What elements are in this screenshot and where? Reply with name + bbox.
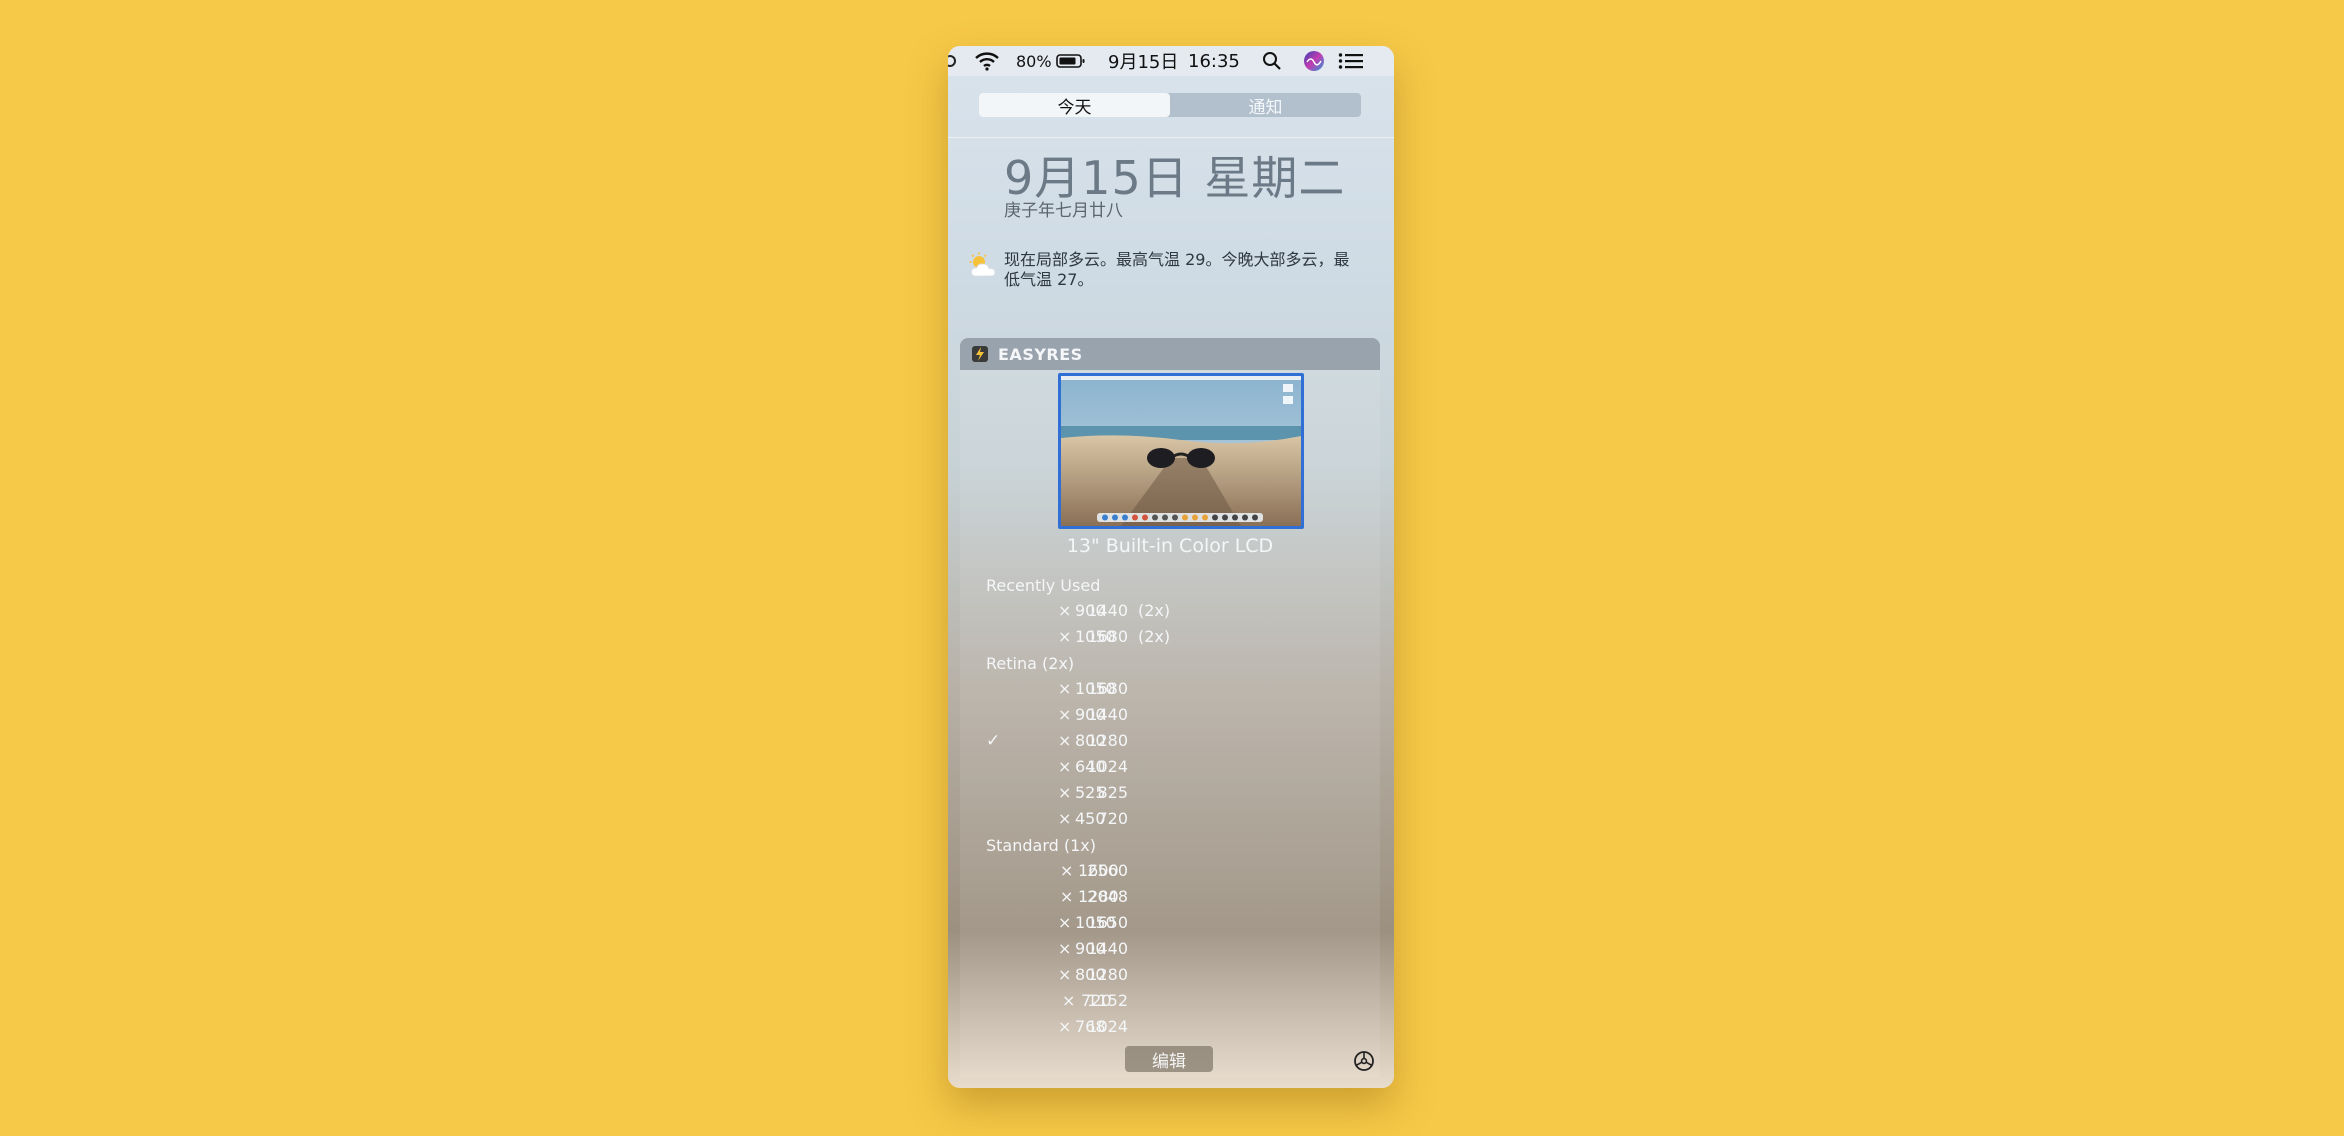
- resolution-height: 1280: [1078, 887, 1119, 906]
- times-sign: ×: [1058, 965, 1072, 984]
- resolution-item-selected[interactable]: ✓ 1280 × 800: [960, 731, 1380, 753]
- desktop: { "menubar": { "battery_percent": "80%",…: [0, 0, 2344, 1136]
- easyres-widget-header: EASYRES: [960, 338, 1380, 370]
- easyres-widget-body: 13" Built-in Color LCD Recently Used 144…: [960, 370, 1380, 1078]
- resolution-item[interactable]: 825 × 525: [960, 783, 1380, 805]
- times-sign: ×: [1058, 783, 1072, 802]
- resolution-item[interactable]: 1680 × 1050: [960, 679, 1380, 701]
- times-sign: ×: [1058, 679, 1072, 698]
- resolution-item[interactable]: 1152 × 720: [960, 991, 1380, 1013]
- resolution-item[interactable]: 1280 × 800: [960, 965, 1380, 987]
- resolution-height: 900: [1075, 705, 1106, 724]
- section-header-standard: Standard (1x): [986, 836, 1097, 855]
- scale-badge: (2x): [1138, 627, 1171, 646]
- header-divider: [948, 137, 1394, 138]
- edit-button[interactable]: 编辑: [1125, 1046, 1213, 1072]
- spotlight-search-icon[interactable]: [1262, 46, 1282, 76]
- section-header-retina: Retina (2x): [986, 654, 1075, 673]
- resolution-height: 525: [1075, 783, 1106, 802]
- times-sign: ×: [1062, 991, 1076, 1010]
- resolution-item[interactable]: 1440 × 900: [960, 939, 1380, 961]
- tab-today[interactable]: 今天: [979, 93, 1170, 118]
- resolution-item[interactable]: 720 × 450: [960, 809, 1380, 831]
- today-notifications-switcher: 今天 通知: [979, 93, 1361, 118]
- wallpaper-preview-image: [1061, 376, 1301, 526]
- widget-title: EASYRES: [998, 344, 1083, 364]
- resolution-height: 640: [1075, 757, 1106, 776]
- times-sign: ×: [1060, 887, 1074, 906]
- times-sign: ×: [1058, 939, 1072, 958]
- app-menu-icon[interactable]: [948, 46, 958, 76]
- battery-percent: 80%: [1016, 51, 1052, 71]
- resolution-item[interactable]: 1440 × 900: [960, 705, 1380, 727]
- notification-center-icon[interactable]: [1338, 46, 1364, 76]
- resolution-height: 1050: [1075, 913, 1116, 932]
- resolution-height: 800: [1075, 965, 1106, 984]
- settings-icon[interactable]: [1353, 1050, 1375, 1072]
- times-sign: ×: [1058, 627, 1072, 646]
- section-header-recently-used: Recently Used: [986, 576, 1101, 595]
- resolution-item[interactable]: 1680 × 1050 (2x): [960, 627, 1380, 649]
- checkmark-icon: ✓: [986, 731, 1001, 751]
- resolution-height: 450: [1075, 809, 1106, 828]
- resolution-item[interactable]: 1024 × 640: [960, 757, 1380, 779]
- tab-notifications[interactable]: 通知: [1170, 93, 1361, 118]
- scale-badge: (2x): [1138, 601, 1171, 620]
- panel-footer: 编辑: [948, 1034, 1394, 1088]
- times-sign: ×: [1058, 809, 1072, 828]
- easyres-app-icon: [972, 346, 988, 362]
- resolution-height: 1050: [1075, 627, 1116, 646]
- resolution-height: 1050: [1075, 679, 1116, 698]
- display-preview-thumbnail[interactable]: [1058, 373, 1304, 529]
- times-sign: ×: [1058, 757, 1072, 776]
- times-sign: ×: [1058, 731, 1072, 750]
- menu-bar: 80% 9月15日 16:35: [948, 46, 1394, 76]
- display-name: 13" Built-in Color LCD: [1066, 535, 1274, 557]
- siri-icon[interactable]: [1303, 46, 1325, 76]
- partly-cloudy-icon: [969, 252, 996, 277]
- menubar-time[interactable]: 16:35: [1188, 46, 1240, 76]
- resolution-item[interactable]: 2048 × 1280: [960, 887, 1380, 909]
- lunar-date: 庚子年七月廿八: [1004, 201, 1123, 221]
- resolution-height: 1600: [1078, 861, 1119, 880]
- times-sign: ×: [1058, 705, 1072, 724]
- times-sign: ×: [1058, 601, 1072, 620]
- resolution-height: 720: [1081, 991, 1112, 1010]
- resolution-height: 800: [1075, 731, 1106, 750]
- weather-summary: 现在局部多云。最高气温 29。今晚大部多云，最低气温 27。: [1004, 250, 1350, 289]
- resolution-height: 900: [1075, 939, 1106, 958]
- menubar-date[interactable]: 9月15日: [1108, 46, 1178, 76]
- resolution-height: 900: [1075, 601, 1106, 620]
- resolution-item[interactable]: 2560 × 1600: [960, 861, 1380, 883]
- wifi-icon[interactable]: [974, 46, 1000, 76]
- battery-icon[interactable]: [1056, 46, 1086, 76]
- resolution-item[interactable]: 1650 × 1050: [960, 913, 1380, 935]
- times-sign: ×: [1058, 913, 1072, 932]
- notification-center-panel: 80% 9月15日 16:35 今天 通知 9月15日 星期二 庚子年七月廿八 …: [948, 46, 1394, 1088]
- resolution-item[interactable]: 1440 × 900 (2x): [960, 601, 1380, 623]
- times-sign: ×: [1060, 861, 1074, 880]
